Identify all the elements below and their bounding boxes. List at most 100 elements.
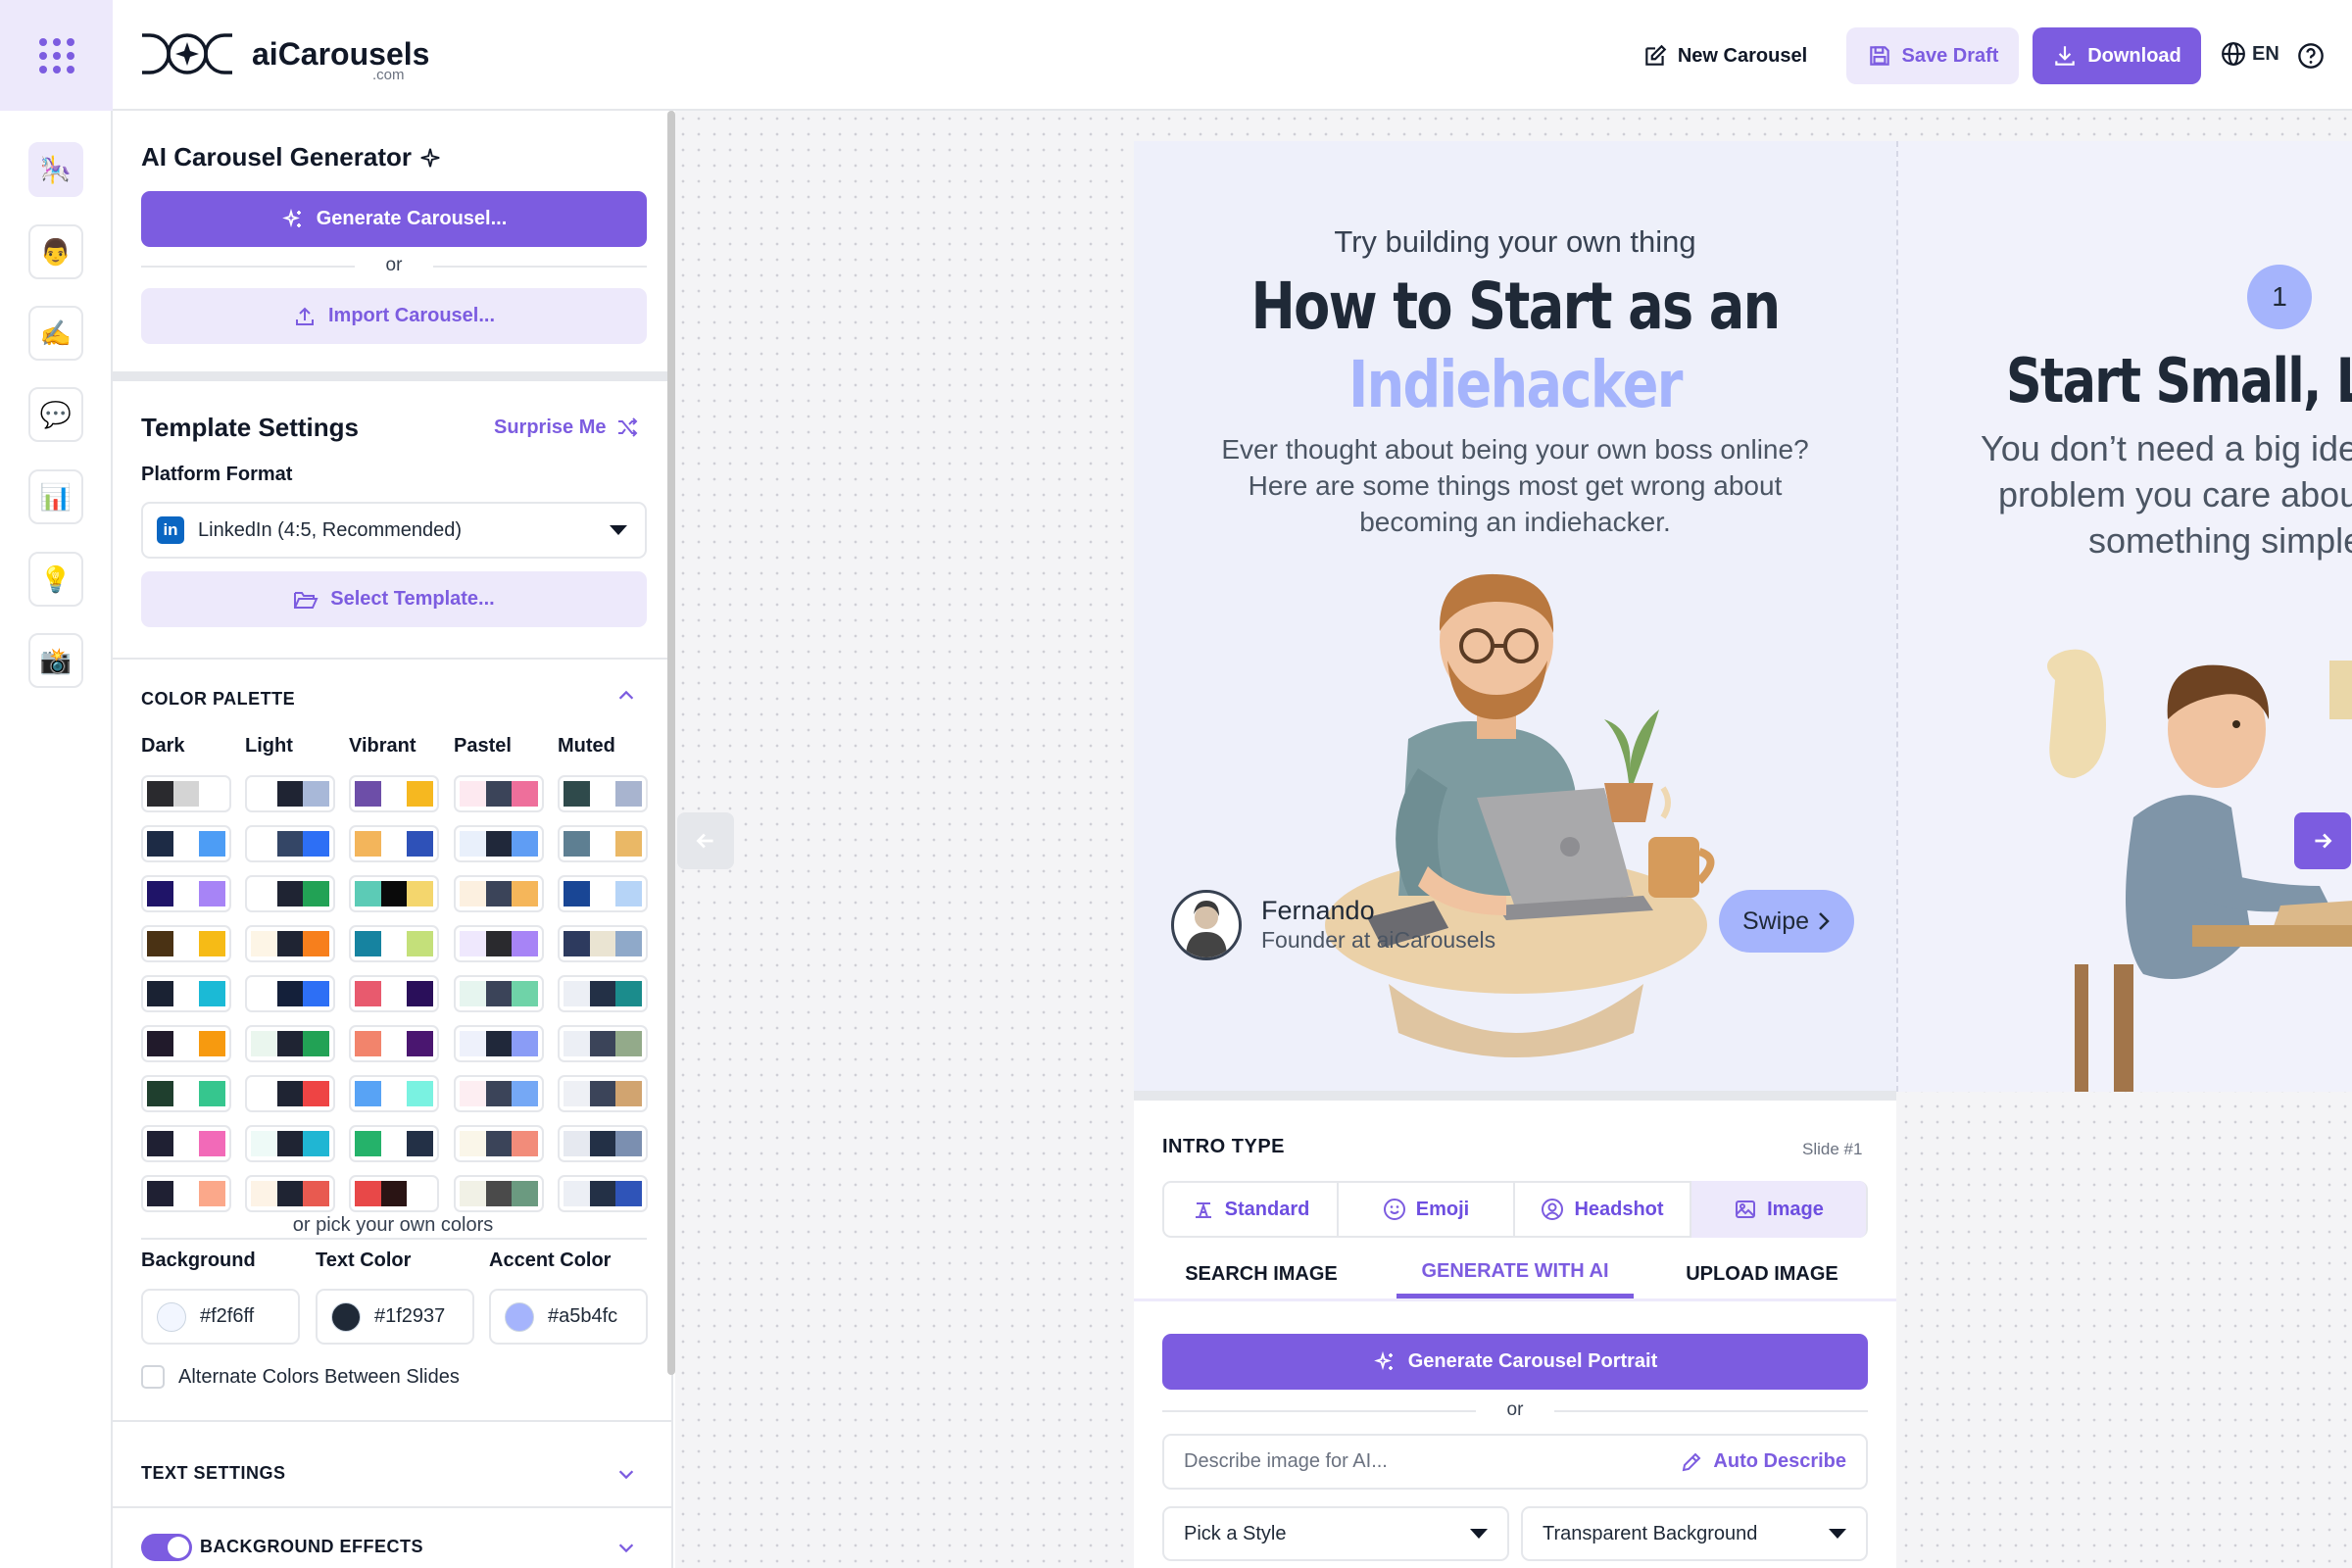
help-button[interactable]: [2297, 42, 2325, 70]
palette-swatch[interactable]: [454, 825, 544, 862]
rail-photo-button[interactable]: 📸: [28, 633, 83, 688]
palette-swatch[interactable]: [141, 1175, 231, 1212]
palette-swatch[interactable]: [245, 1125, 335, 1162]
tab-emoji-label: Emoji: [1415, 1198, 1470, 1220]
palette-swatch[interactable]: [454, 925, 544, 962]
palette-swatch[interactable]: [245, 875, 335, 912]
previous-slide-button[interactable]: [677, 812, 734, 869]
select-template-button[interactable]: Select Template...: [141, 571, 647, 627]
palette-swatch[interactable]: [454, 1075, 544, 1112]
palette-swatch[interactable]: [141, 1125, 231, 1162]
accent-color-input[interactable]: #a5b4fc: [489, 1289, 648, 1345]
palette-swatch[interactable]: [558, 1025, 648, 1062]
palette-swatch[interactable]: [454, 775, 544, 812]
magic-icon: [281, 208, 301, 227]
checkbox-box[interactable]: [141, 1365, 165, 1389]
describe-image-input[interactable]: Describe image for AI... Auto Describe: [1162, 1434, 1868, 1490]
language-selector[interactable]: EN: [2221, 41, 2279, 67]
rail-profile-button[interactable]: 👨: [28, 224, 83, 279]
tab-upload-image[interactable]: UPLOAD IMAGE: [1634, 1250, 1890, 1298]
palette-swatch[interactable]: [558, 975, 648, 1012]
palette-swatch[interactable]: [349, 775, 439, 812]
swatch-color: [251, 781, 277, 807]
palette-swatch[interactable]: [141, 975, 231, 1012]
save-draft-button[interactable]: Save Draft: [1846, 27, 2019, 84]
background-effects-label[interactable]: BACKGROUND EFFECTS: [200, 1537, 423, 1557]
swatch-color: [380, 1081, 408, 1106]
generate-carousel-button[interactable]: Generate Carousel...: [141, 191, 647, 247]
background-select[interactable]: Transparent Background: [1521, 1506, 1868, 1561]
import-carousel-button[interactable]: Import Carousel...: [141, 288, 647, 344]
palette-swatch[interactable]: [245, 975, 335, 1012]
palette-swatch[interactable]: [349, 1025, 439, 1062]
tab-image[interactable]: Image: [1691, 1181, 1866, 1238]
rail-carousel-button[interactable]: 🎠: [28, 142, 83, 197]
chevron-down-icon[interactable]: [615, 1537, 637, 1558]
platform-format-select[interactable]: in LinkedIn (4:5, Recommended): [141, 502, 647, 559]
text-color-input[interactable]: #1f2937: [316, 1289, 474, 1345]
palette-swatch[interactable]: [454, 1025, 544, 1062]
chevron-down-icon[interactable]: [615, 1463, 637, 1485]
palette-swatch[interactable]: [141, 875, 231, 912]
folder-open-icon: [294, 591, 318, 609]
palette-swatch[interactable]: [454, 875, 544, 912]
rail-text-button[interactable]: 💬: [28, 387, 83, 442]
palette-swatch[interactable]: [454, 1125, 544, 1162]
chevron-up-icon[interactable]: [615, 685, 637, 707]
next-slide-button[interactable]: [2294, 812, 2351, 869]
palette-swatch[interactable]: [349, 1075, 439, 1112]
palette-swatch[interactable]: [558, 1075, 648, 1112]
palette-swatch[interactable]: [349, 825, 439, 862]
tab-search-image[interactable]: SEARCH IMAGE: [1134, 1250, 1389, 1298]
palette-swatch[interactable]: [558, 825, 648, 862]
palette-swatch[interactable]: [349, 925, 439, 962]
text-settings-label[interactable]: TEXT SETTINGS: [141, 1463, 286, 1484]
palette-swatch[interactable]: [558, 1125, 648, 1162]
tab-emoji[interactable]: Emoji: [1339, 1181, 1515, 1238]
palette-swatch[interactable]: [558, 875, 648, 912]
palette-swatch[interactable]: [349, 875, 439, 912]
palette-swatch[interactable]: [141, 1075, 231, 1112]
rail-write-button[interactable]: ✍️: [28, 306, 83, 361]
style-select[interactable]: Pick a Style: [1162, 1506, 1509, 1561]
palette-swatch[interactable]: [141, 775, 231, 812]
palette-swatch[interactable]: [141, 1025, 231, 1062]
palette-swatch[interactable]: [558, 925, 648, 962]
background-color-input[interactable]: #f2f6ff: [141, 1289, 300, 1345]
rail-ideas-button[interactable]: 💡: [28, 552, 83, 607]
auto-describe-button[interactable]: Auto Describe: [1680, 1450, 1846, 1474]
tab-headshot[interactable]: Headshot: [1515, 1181, 1691, 1238]
palette-swatch[interactable]: [245, 1025, 335, 1062]
palette-swatch[interactable]: [245, 1075, 335, 1112]
background-effects-toggle[interactable]: [141, 1534, 192, 1561]
swipe-button[interactable]: Swipe: [1719, 890, 1854, 953]
swatch-color: [512, 831, 539, 857]
alternate-colors-checkbox[interactable]: Alternate Colors Between Slides: [141, 1365, 460, 1389]
palette-swatch[interactable]: [349, 1175, 439, 1212]
rail-chart-button[interactable]: 📊: [28, 469, 83, 524]
swatch-color: [276, 831, 304, 857]
palette-swatch[interactable]: [349, 975, 439, 1012]
palette-swatch[interactable]: [245, 925, 335, 962]
palette-swatch[interactable]: [454, 1175, 544, 1212]
new-carousel-button[interactable]: New Carousel: [1632, 27, 1818, 84]
palette-swatch[interactable]: [245, 775, 335, 812]
palette-swatch[interactable]: [141, 825, 231, 862]
generate-portrait-button[interactable]: Generate Carousel Portrait: [1162, 1334, 1868, 1390]
slide-1[interactable]: Try building your own thing How to Start…: [1134, 141, 1896, 1092]
surprise-me-button[interactable]: Surprise Me: [494, 416, 639, 439]
tab-standard[interactable]: Standard: [1164, 1181, 1339, 1238]
palette-swatch[interactable]: [558, 1175, 648, 1212]
swatch-color: [276, 1181, 304, 1206]
palette-swatch[interactable]: [454, 975, 544, 1012]
palette-swatch[interactable]: [245, 825, 335, 862]
slide-2[interactable]: 1 Start Small, Learn You don’t need a bi…: [1896, 141, 2352, 1092]
palette-swatch[interactable]: [141, 925, 231, 962]
apps-grid-button[interactable]: [0, 0, 113, 111]
palette-swatch[interactable]: [349, 1125, 439, 1162]
download-button[interactable]: Download: [2033, 27, 2201, 84]
palette-swatch[interactable]: [245, 1175, 335, 1212]
tab-generate-with-ai[interactable]: GENERATE WITH AI: [1396, 1250, 1634, 1298]
panel-scrollbar[interactable]: [667, 111, 675, 1375]
palette-swatch[interactable]: [558, 775, 648, 812]
